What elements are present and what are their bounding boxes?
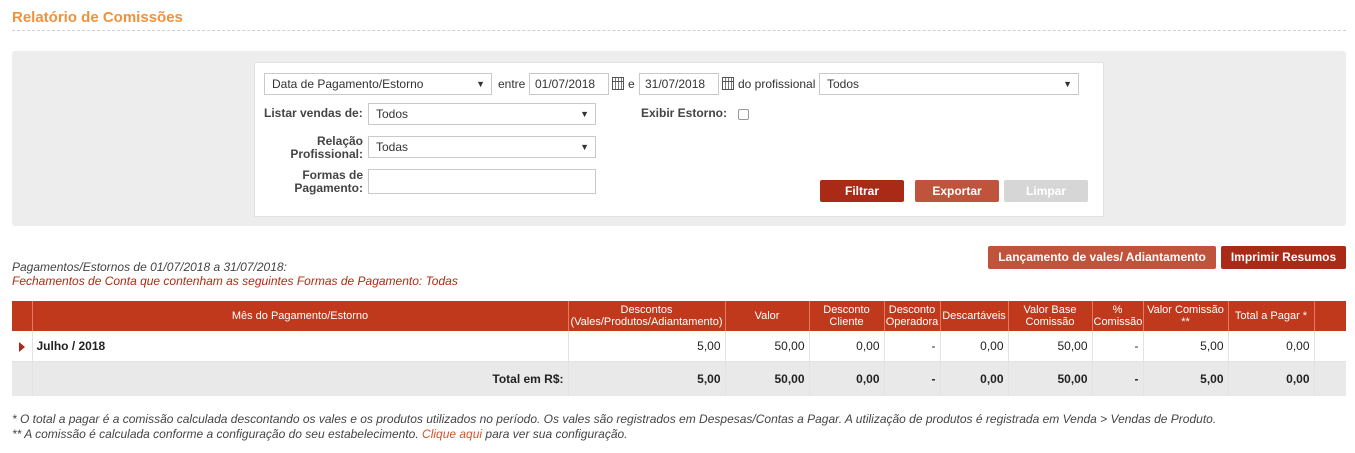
filter-form: Data de Pagamento/Estorno ▼ entre 01/07/… [254,62,1104,217]
show-reversal-label: Exibir Estorno: [641,106,728,120]
total-value: 50,00 [724,361,809,396]
print-summary-button[interactable]: Imprimir Resumos [1221,246,1346,269]
total-operator-discount: - [883,361,940,396]
total-discounts: 5,00 [567,361,725,396]
config-link[interactable]: Clique aqui [422,427,482,441]
header-pct[interactable]: % Comissão [1091,301,1143,331]
total-base-value: 50,00 [1007,361,1092,396]
footnote-total: * O total a pagar é a comissão calculada… [12,412,1217,426]
header-pct-line2: Comissão [1093,316,1143,328]
date-to-input[interactable]: 31/07/2018 [639,73,719,95]
header-base-value[interactable]: Valor Base Comissão [1007,301,1092,331]
expand-cell[interactable] [12,331,32,362]
calendar-icon[interactable] [722,77,734,90]
header-spacer [1313,301,1346,331]
header-discounts-line1: Descontos [620,304,673,316]
between-label: entre [498,77,526,91]
footnote-commission-suffix: para ver sua configuração. [485,427,628,441]
header-operator-discount-line2: Operadora [885,316,939,328]
dropdown-arrow-icon: ▼ [580,109,589,119]
header-operator-discount-line1: Desconto [888,304,936,316]
header-value[interactable]: Valor [724,301,809,331]
date-type-select[interactable]: Data de Pagamento/Estorno ▼ [264,73,492,95]
total-label: Total em R$: [31,361,568,396]
header-pct-line1: % [1112,304,1123,316]
header-operator-discount[interactable]: Desconto Operadora [883,301,940,331]
header-to-pay[interactable]: Total a Pagar * [1227,301,1314,331]
row-disposables: 0,00 [939,331,1008,362]
and-label: e [628,77,635,91]
relation-value: Todas [376,140,409,154]
payment-label: Formas de Pagamento: [264,169,363,195]
commission-table: Mês do Pagamento/Estorno Descontos (Vales… [12,301,1346,396]
relation-label: Relação Profissional: [264,135,363,161]
list-sales-select[interactable]: Todos ▼ [368,103,596,125]
title-divider [12,30,1346,31]
header-base-value-line1: Valor Base [1023,304,1077,316]
export-button[interactable]: Exportar [915,180,999,202]
dropdown-arrow-icon: ▼ [1063,79,1072,89]
total-end [1313,361,1346,396]
header-client-discount-line1: Desconto [823,304,870,316]
total-to-pay: 0,00 [1227,361,1314,396]
table-total-row: Total em R$: 5,00 50,00 0,00 - 0,00 50,0… [12,361,1346,396]
total-disposables: 0,00 [939,361,1008,396]
page-title: Relatório de Comissões [12,9,183,26]
clear-button[interactable]: Limpar [1004,180,1088,202]
date-from-input[interactable]: 01/07/2018 [529,73,609,95]
row-base-value: 50,00 [1007,331,1092,362]
date-type-value: Data de Pagamento/Estorno [272,77,424,91]
header-client-discount-line2: Cliente [829,316,864,328]
row-client-discount: 0,00 [808,331,884,362]
row-discounts: 5,00 [567,331,725,362]
list-sales-value: Todos [376,107,409,121]
professional-label: do profissional [738,77,816,91]
footnote-commission: ** A comissão é calculada conforme a con… [12,427,628,441]
list-sales-label: Listar vendas de: [264,106,363,120]
payment-methods-input[interactable] [368,169,596,194]
calendar-icon[interactable] [612,77,624,90]
professional-select[interactable]: Todos ▼ [819,73,1079,95]
closings-summary: Fechamentos de Conta que contenham as se… [12,274,458,288]
total-commission: 5,00 [1142,361,1228,396]
payment-label-line2: Pagamento: [294,181,363,195]
table-header-row: Mês do Pagamento/Estorno Descontos (Vales… [12,301,1346,331]
header-client-discount[interactable]: Desconto Cliente [808,301,884,331]
header-month[interactable]: Mês do Pagamento/Estorno [31,301,568,331]
header-discounts-line2: (Vales/Produtos/Adiantamento) [570,316,723,328]
header-disposables[interactable]: Descartáveis [939,301,1008,331]
header-base-value-line2: Comissão [1025,316,1075,328]
header-discounts[interactable]: Descontos (Vales/Produtos/Adiantamento) [567,301,725,331]
row-month: Julho / 2018 [31,331,568,362]
footnote-commission-prefix: ** A comissão é calculada conforme a con… [12,427,419,441]
table-row[interactable]: Julho / 2018 5,00 50,00 0,00 - 0,00 50,0… [12,331,1346,362]
show-reversal-checkbox[interactable] [738,109,749,120]
total-spacer [12,361,32,396]
vouchers-button[interactable]: Lançamento de vales/ Adiantamento [988,246,1216,269]
expand-row-icon[interactable] [18,341,25,352]
row-to-pay: 0,00 [1227,331,1314,362]
dropdown-arrow-icon: ▼ [476,79,485,89]
row-spacer [1313,331,1346,362]
row-commission: 5,00 [1142,331,1228,362]
header-commission[interactable]: Valor Comissão ** [1142,301,1228,331]
relation-label-line2: Profissional: [290,147,363,161]
dropdown-arrow-icon: ▼ [580,142,589,152]
header-commission-line1: Valor Comissão [1147,304,1224,316]
filter-button[interactable]: Filtrar [820,180,904,202]
period-summary: Pagamentos/Estornos de 01/07/2018 a 31/0… [12,260,287,274]
row-value: 50,00 [724,331,809,362]
total-pct: - [1091,361,1143,396]
row-operator-discount: - [883,331,940,362]
relation-select[interactable]: Todas ▼ [368,136,596,158]
header-commission-line2: ** [1181,316,1190,328]
total-client-discount: 0,00 [808,361,884,396]
row-pct: - [1091,331,1143,362]
header-expander [12,301,32,331]
professional-value: Todos [827,77,860,91]
